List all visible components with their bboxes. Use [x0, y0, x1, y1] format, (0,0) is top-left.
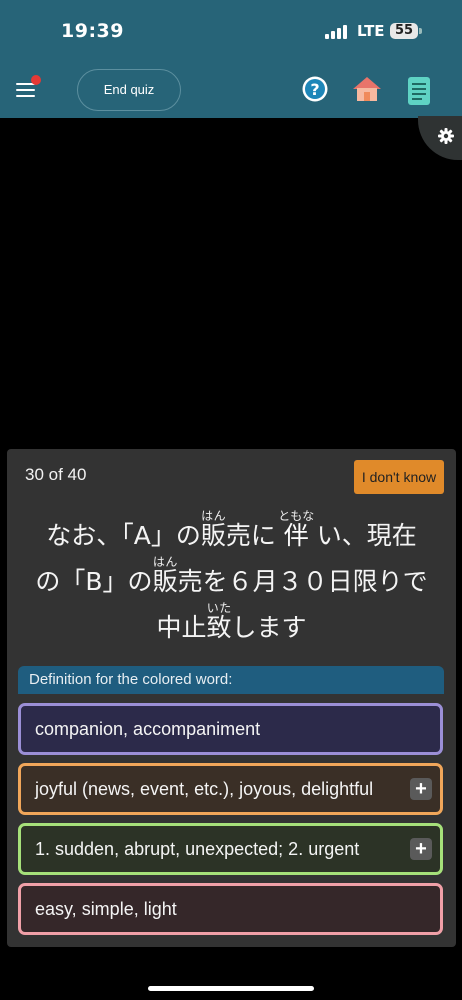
word-han: 販はん	[152, 555, 178, 596]
choice-text: companion, accompaniment	[35, 719, 261, 739]
furigana: ともな	[278, 509, 315, 523]
sentence-segment: 売を６月３０日限りで	[177, 567, 428, 596]
kanji: 致	[206, 613, 232, 642]
answer-choice[interactable]: companion, accompaniment	[18, 703, 443, 755]
sentence-segment: 中止	[156, 613, 207, 642]
question-progress: 30 of 40	[25, 465, 87, 484]
choice-text: 1. sudden, abrupt, unexpected; 2. urgent	[35, 839, 360, 859]
kanji: 販	[152, 567, 178, 596]
status-bar: 19:39 LTE 55	[0, 0, 462, 62]
app-header: End quiz ?	[0, 62, 462, 118]
choice-text: easy, simple, light	[35, 899, 177, 919]
home-icon[interactable]	[352, 76, 382, 102]
word-han: 販はん	[200, 509, 226, 550]
network-type: LTE	[357, 22, 385, 40]
notification-dot	[31, 75, 41, 85]
sentence-segment: い、現在	[308, 521, 417, 550]
sentence-segment: 売に	[225, 521, 284, 550]
battery-icon: 55	[390, 23, 418, 39]
kanji: 販	[200, 521, 226, 550]
signal-icon	[325, 25, 349, 39]
svg-text:?: ?	[310, 80, 319, 99]
end-quiz-button[interactable]: End quiz	[77, 69, 181, 111]
expand-plus-button[interactable]: +	[410, 838, 432, 860]
battery-tip	[419, 28, 422, 34]
furigana: はん	[200, 509, 226, 523]
choice-text: joyful (news, event, etc.), joyous, deli…	[35, 779, 374, 799]
word-ita: 致いた	[206, 601, 232, 642]
colored-word: 伴ともな	[278, 509, 314, 550]
furigana: はん	[152, 555, 178, 569]
furigana: いた	[206, 601, 232, 615]
answer-choice[interactable]: joyful (news, event, etc.), joyous, deli…	[18, 763, 443, 815]
status-time: 19:39	[61, 20, 124, 42]
expand-plus-button[interactable]: +	[410, 778, 432, 800]
sentence-segment: の「B」の	[35, 567, 153, 596]
help-icon[interactable]: ?	[302, 76, 328, 102]
i-dont-know-button[interactable]: I don't know	[354, 460, 444, 494]
book-icon[interactable]	[407, 76, 431, 106]
answer-choice[interactable]: easy, simple, light	[18, 883, 443, 935]
sentence-segment: なお、「A」の	[46, 521, 201, 550]
sentence-segment: します	[231, 613, 307, 642]
home-indicator[interactable]	[148, 986, 314, 991]
definition-label: Definition for the colored word:	[18, 666, 444, 694]
answer-choice[interactable]: 1. sudden, abrupt, unexpected; 2. urgent…	[18, 823, 443, 875]
quiz-card: 30 of 40 I don't know なお、「A」の販はん売に 伴ともな …	[7, 449, 456, 947]
question-sentence: なお、「A」の販はん売に 伴ともな い、現在 の「B」の販はん売を６月３０日限り…	[17, 509, 446, 651]
gear-icon	[438, 128, 454, 144]
settings-button[interactable]	[418, 116, 462, 160]
